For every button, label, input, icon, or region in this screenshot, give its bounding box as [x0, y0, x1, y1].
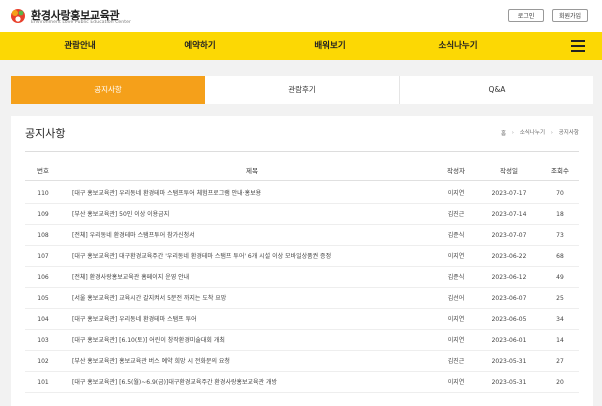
row-views: 27 [556, 358, 564, 365]
logo-subtitle: Environment Love Public Education Center [31, 20, 131, 25]
row-author: 김준식 [447, 232, 465, 239]
row-date: 2023-07-07 [491, 232, 527, 239]
row-date: 2023-07-14 [491, 211, 527, 218]
tab-notice[interactable]: 공지사항 [11, 76, 205, 104]
row-views: 18 [556, 211, 564, 218]
row-number: 108 [37, 232, 49, 239]
breadcrumb: 홈 › 소식나누기 › 공지사항 [501, 128, 579, 137]
table-row[interactable]: 101 [대구 홍보교육관] [6.5(월)~6.9(금)]대구환경교육주간 환… [25, 373, 579, 393]
row-views: 25 [556, 295, 564, 302]
row-date: 2023-07-17 [491, 190, 527, 197]
breadcrumb-news[interactable]: 소식나누기 [520, 130, 545, 136]
row-author: 이지연 [447, 337, 465, 344]
row-number: 105 [37, 295, 49, 302]
col-author: 작성자 [447, 167, 465, 175]
row-title-link[interactable]: [전체] 환경사랑홍보교육관 홈페이지 운영 안내 [72, 268, 432, 287]
site-logo[interactable]: 환경사랑홍보교육관 Environment Love Public Educat… [9, 6, 149, 28]
row-title-link[interactable]: [대구 홍보교육관] 우리동네 환경테마 스탬프 투어 [72, 310, 432, 329]
join-button[interactable]: 회원가입 [552, 9, 588, 22]
breadcrumb-home[interactable]: 홈 [501, 129, 506, 137]
row-number: 101 [37, 379, 49, 386]
title-divider [25, 151, 579, 152]
row-author: 이지연 [447, 190, 465, 197]
nav-item-news[interactable]: 소식나누기 [398, 32, 518, 60]
row-date: 2023-05-31 [491, 358, 527, 365]
row-number: 103 [37, 337, 49, 344]
nav-item-learning[interactable]: 배워보기 [270, 32, 390, 60]
row-date: 2023-05-31 [491, 379, 527, 386]
row-number: 109 [37, 211, 49, 218]
page-title: 공지사항 [25, 127, 66, 140]
table-row[interactable]: 110 [대구 홍보교육관] 우리동네 환경테마 스탬프투어 체험프로그램 안내… [25, 184, 579, 204]
row-author: 김진근 [447, 211, 465, 218]
col-number: 번호 [37, 167, 49, 175]
row-number: 102 [37, 358, 49, 365]
row-views: 34 [556, 316, 564, 323]
row-title-link[interactable]: [대구 홍보교육관] [6.10(토)] 어린이 창작환경미술대회 개최 [72, 331, 432, 350]
row-date: 2023-06-01 [491, 337, 527, 344]
nav-item-visit-guide[interactable]: 관람안내 [20, 32, 140, 60]
login-button[interactable]: 로그인 [508, 9, 544, 22]
row-number: 104 [37, 316, 49, 323]
table-row[interactable]: 107 [대구 홍보교육관] 대구환경교육주간 '우리동네 환경테마 스탬프 투… [25, 247, 579, 267]
col-date: 작성일 [500, 167, 518, 175]
row-number: 107 [37, 253, 49, 260]
table-row[interactable]: 106 [전체] 환경사랑홍보교육관 홈페이지 운영 안내 김준식 2023-0… [25, 268, 579, 288]
board-tabs: 공지사항 관람후기 Q&A [11, 76, 593, 104]
logo-mark-icon [11, 9, 25, 23]
col-title: 제목 [246, 167, 258, 175]
row-number: 110 [37, 190, 49, 197]
row-views: 20 [556, 379, 564, 386]
row-title-link[interactable]: [부산 홍보교육관] 50인 이상 이용금지 [72, 205, 432, 224]
row-author: 이지연 [447, 253, 465, 260]
row-title-link[interactable]: [대구 홍보교육관] 우리동네 환경테마 스탬프투어 체험프로그램 안내·홍보용 [72, 184, 432, 203]
content-panel: 공지사항 홈 › 소식나누기 › 공지사항 번호 제목 작성자 작성일 조회수 … [11, 116, 593, 406]
row-views: 68 [556, 253, 564, 260]
table-header: 번호 제목 작성자 작성일 조회수 [25, 162, 579, 181]
tab-qna[interactable]: Q&A [399, 76, 594, 104]
row-author: 이지연 [447, 316, 465, 323]
top-header: 환경사랑홍보교육관 Environment Love Public Educat… [0, 0, 602, 32]
row-title-link[interactable]: [서울 홍보교육관] 교육시간 갈지켜서 5분전 까지는 도착 요망 [72, 289, 432, 308]
row-date: 2023-06-12 [491, 274, 527, 281]
table-row[interactable]: 103 [대구 홍보교육관] [6.10(토)] 어린이 창작환경미술대회 개최… [25, 331, 579, 351]
chevron-right-icon: › [550, 130, 553, 136]
row-author: 김진근 [447, 358, 465, 365]
row-views: 73 [556, 232, 564, 239]
row-title-link[interactable]: [전체] 우리동네 환경테마 스탬프투어 참가신청서 [72, 226, 432, 245]
row-date: 2023-06-05 [491, 316, 527, 323]
row-author: 김준식 [447, 274, 465, 281]
row-views: 49 [556, 274, 564, 281]
row-views: 70 [556, 190, 564, 197]
table-row[interactable]: 108 [전체] 우리동네 환경테마 스탬프투어 참가신청서 김준식 2023-… [25, 226, 579, 246]
row-number: 106 [37, 274, 49, 281]
nav-item-reservation[interactable]: 예약하기 [140, 32, 260, 60]
row-author: 김선어 [447, 295, 465, 302]
row-date: 2023-06-07 [491, 295, 527, 302]
main-nav: 관람안내 예약하기 배워보기 소식나누기 [0, 32, 602, 60]
col-views: 조회수 [551, 167, 569, 175]
hamburger-menu-icon[interactable] [571, 40, 585, 52]
breadcrumb-notice: 공지사항 [558, 130, 579, 136]
row-title-link[interactable]: [대구 홍보교육관] [6.5(월)~6.9(금)]대구환경교육주간 환경사랑홍… [72, 373, 432, 392]
table-row[interactable]: 102 [부산 홍보교육관] 홍보교육관 버스 예약 희망 시 전화문의 요청 … [25, 352, 579, 372]
table-row[interactable]: 104 [대구 홍보교육관] 우리동네 환경테마 스탬프 투어 이지연 2023… [25, 310, 579, 330]
row-title-link[interactable]: [대구 홍보교육관] 대구환경교육주간 '우리동네 환경테마 스탬프 투어' 6… [72, 247, 432, 266]
table-row[interactable]: 105 [서울 홍보교육관] 교육시간 갈지켜서 5분전 까지는 도착 요망 김… [25, 289, 579, 309]
chevron-right-icon: › [511, 130, 514, 136]
row-views: 14 [556, 337, 564, 344]
row-title-link[interactable]: [부산 홍보교육관] 홍보교육관 버스 예약 희망 시 전화문의 요청 [72, 352, 432, 371]
row-author: 이지연 [447, 379, 465, 386]
table-row[interactable]: 109 [부산 홍보교육관] 50인 이상 이용금지 김진근 2023-07-1… [25, 205, 579, 225]
row-date: 2023-06-22 [491, 253, 527, 260]
tab-review[interactable]: 관람후기 [205, 76, 399, 104]
